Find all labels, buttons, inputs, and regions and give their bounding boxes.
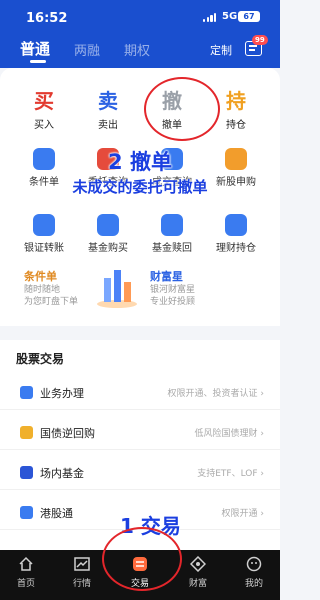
promo-right-sub1: 银河财富星	[150, 285, 196, 295]
row-desc: 支持ETF、LOF ›	[197, 469, 264, 479]
promo-chart-icon	[97, 270, 137, 308]
nav-home-label: 首页	[16, 579, 35, 589]
tab-options[interactable]: 期权	[124, 40, 150, 59]
promo-condition-order[interactable]: 条件单 随时随地 为您盯盘下单	[24, 268, 78, 308]
trade-tabs: 普通 两融 期权 定制 99	[0, 34, 280, 68]
market-icon	[74, 556, 90, 572]
section-title: 股票交易	[16, 352, 65, 366]
battery-icon: 67	[238, 11, 260, 22]
transfer-icon	[33, 214, 55, 236]
nav-wealth[interactable]: 财富	[178, 555, 218, 589]
signal-icon	[203, 13, 217, 22]
tab-margin[interactable]: 两融	[74, 40, 100, 59]
row-label: 场内基金	[40, 467, 84, 480]
fund-buy-item[interactable]: 基金购买	[78, 214, 138, 254]
row-desc: 权限开通 ›	[221, 509, 264, 519]
list-item-reverse-repo[interactable]: 国债逆回购 低风险国债理财 ›	[0, 416, 280, 450]
row-desc: 权限开通、投资者认证 ›	[167, 389, 264, 399]
tab-normal[interactable]: 普通	[20, 38, 50, 59]
network-label: 5G	[222, 11, 238, 22]
buy-button[interactable]: 买 买入	[14, 88, 74, 131]
wealth-position-item[interactable]: 理财持仓	[206, 214, 266, 254]
reverse-repo-icon	[20, 426, 33, 439]
promo-right-sub2: 专业好投顾	[150, 297, 196, 307]
promo-left-sub1: 随时随地	[24, 285, 61, 295]
hk-connect-icon	[20, 506, 33, 519]
list-item-etf[interactable]: 场内基金 支持ETF、LOF ›	[0, 456, 280, 490]
wealth-position-icon	[225, 214, 247, 236]
fund-buy-label: 基金购买	[88, 243, 128, 254]
transfer-label: 银证转账	[24, 243, 64, 254]
top-header: 16:52 5G 67 普通 两融 期权 定制 99	[0, 0, 280, 68]
nav-market-label: 行情	[72, 579, 91, 589]
highlight-circle-trade	[102, 527, 182, 591]
row-label: 港股通	[40, 507, 73, 520]
fund-redeem-icon	[161, 214, 183, 236]
sell-label: 卖出	[98, 120, 118, 131]
wealth-icon	[189, 555, 207, 573]
message-badge: 99	[252, 35, 268, 45]
nav-mine-label: 我的	[244, 579, 263, 589]
sell-button[interactable]: 卖 卖出	[78, 88, 138, 131]
customize-button[interactable]: 定制	[210, 42, 232, 58]
promo-left-title: 条件单	[24, 270, 57, 283]
promo-wealth-star[interactable]: 财富星 银河财富星 专业好投顾	[150, 268, 195, 308]
profile-icon	[246, 556, 262, 572]
buy-label: 买入	[34, 120, 54, 131]
status-time: 16:52	[26, 11, 68, 26]
tab-underline	[30, 60, 46, 63]
nav-mine[interactable]: 我的	[234, 556, 274, 589]
status-bar: 16:52 5G 67	[0, 0, 280, 34]
annotation-step2-title: 2 撤单	[108, 150, 172, 174]
fund-redeem-label: 基金赎回	[152, 243, 192, 254]
highlight-circle-cancel	[144, 77, 220, 141]
bank-transfer-item[interactable]: 银证转账	[14, 214, 74, 254]
business-icon	[20, 386, 33, 399]
fund-buy-icon	[97, 214, 119, 236]
home-icon	[18, 556, 34, 572]
etf-icon	[20, 466, 33, 479]
promo-strip: 条件单 随时随地 为您盯盘下单 财富星 银河财富星 专业好投顾	[0, 256, 280, 326]
promo-left-sub2: 为您盯盘下单	[24, 297, 79, 307]
nav-home[interactable]: 首页	[6, 556, 46, 589]
wealth-position-label: 理财持仓	[216, 243, 256, 254]
buy-glyph: 买	[34, 89, 54, 113]
annotation-step2-desc: 未成交的委托可撤单	[72, 178, 208, 196]
promo-right-title: 财富星	[150, 270, 183, 283]
row-label: 业务办理	[40, 387, 84, 400]
list-item-business[interactable]: 业务办理 权限开通、投资者认证 ›	[0, 376, 280, 410]
fund-redeem-item[interactable]: 基金赎回	[142, 214, 202, 254]
row-label: 国债逆回购	[40, 427, 95, 440]
sell-glyph: 卖	[98, 89, 118, 113]
nav-market[interactable]: 行情	[62, 556, 102, 589]
nav-wealth-label: 财富	[188, 579, 207, 589]
row-desc: 低风险国债理财 ›	[194, 429, 264, 439]
